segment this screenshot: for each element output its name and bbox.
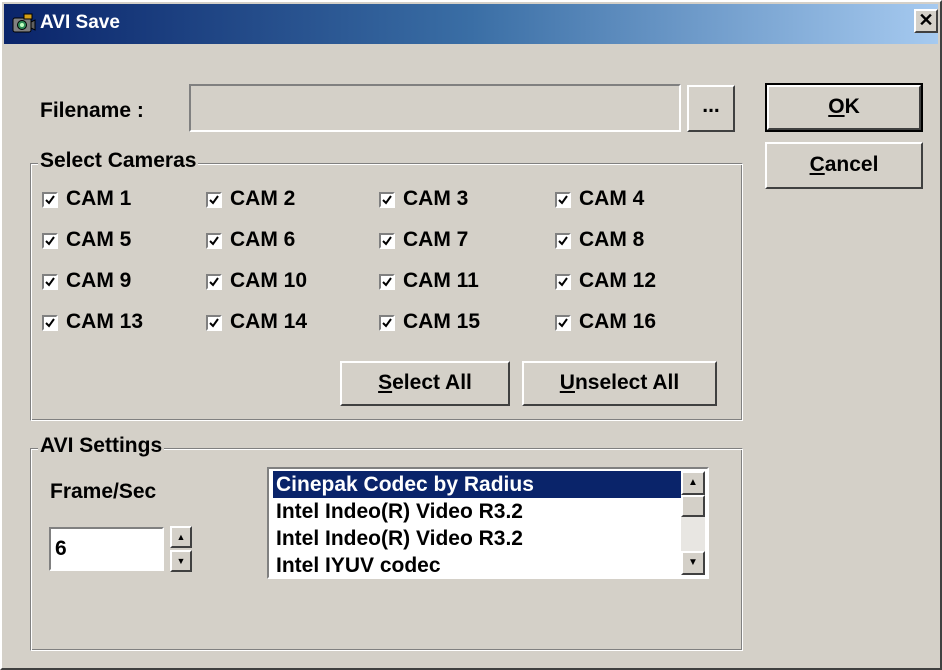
checkbox-check-icon[interactable] <box>379 233 395 249</box>
checkbox-check-icon[interactable] <box>206 274 222 290</box>
camera-label: CAM 8 <box>579 228 645 251</box>
checkbox-check-icon[interactable] <box>555 233 571 249</box>
checkbox-check-icon[interactable] <box>42 192 58 208</box>
spin-up-button[interactable]: ▲ <box>170 526 192 548</box>
camera-label: CAM 15 <box>403 310 481 333</box>
checkbox-check-icon[interactable] <box>42 274 58 290</box>
checkbox-check-icon[interactable] <box>555 192 571 208</box>
spin-down-icon: ▼ <box>176 556 186 566</box>
camera-label: CAM 12 <box>579 269 657 292</box>
unselect-all-mnemonic: U <box>559 371 575 394</box>
codec-list-item[interactable]: Intel Indeo(R) Video R3.2 <box>273 525 685 552</box>
camera-label: CAM 11 <box>403 269 479 292</box>
select-all-label: elect All <box>392 371 472 394</box>
checkbox-check-icon[interactable] <box>555 315 571 331</box>
checkbox-check-icon[interactable] <box>42 233 58 249</box>
cancel-label: ancel <box>824 153 879 176</box>
scroll-thumb[interactable] <box>681 495 705 517</box>
unselect-all-label: nselect All <box>574 371 680 394</box>
title-bar: AVI Save <box>4 4 938 44</box>
camera-label: CAM 2 <box>230 187 296 210</box>
avi-settings-title: AVI Settings <box>38 434 165 458</box>
scroll-up-button[interactable]: ▲ <box>681 471 705 495</box>
camera-label: CAM 7 <box>403 228 469 251</box>
checkbox-check-icon[interactable] <box>206 233 222 249</box>
checkbox-check-icon[interactable] <box>379 192 395 208</box>
checkbox-check-icon[interactable] <box>206 315 222 331</box>
select-all-mnemonic: S <box>378 371 393 394</box>
checkbox-check-icon[interactable] <box>206 192 222 208</box>
camera-label: CAM 1 <box>66 187 132 210</box>
scroll-down-button[interactable]: ▼ <box>681 551 705 575</box>
checkbox-check-icon[interactable] <box>555 274 571 290</box>
select-all-button[interactable]: Select All <box>340 361 510 406</box>
close-icon: ✕ <box>918 10 934 30</box>
filename-label: Filename : <box>40 99 144 122</box>
codec-list-item[interactable]: Cinepak Codec by Radius <box>273 471 685 498</box>
camera-label: CAM 4 <box>579 187 645 210</box>
frame-per-sec-label: Frame/Sec <box>50 480 157 503</box>
scroll-down-icon: ▼ <box>688 557 698 568</box>
ok-mnemonic: O <box>828 95 845 118</box>
camera-label: CAM 3 <box>403 187 469 210</box>
codec-listbox[interactable]: Cinepak Codec by Radius Intel Indeo(R) Vi… <box>267 467 709 579</box>
codec-list-item[interactable]: Intel Indeo(R) Video R3.2 <box>273 498 685 525</box>
avi-save-dialog: AVI Save ✕ Filename : ... OK Cancel Sele… <box>0 0 942 670</box>
camera-label: CAM 10 <box>230 269 308 292</box>
camera-label: CAM 5 <box>66 228 132 251</box>
close-button[interactable]: ✕ <box>914 9 938 33</box>
camera-app-icon <box>12 13 36 33</box>
camera-label: CAM 6 <box>230 228 296 251</box>
spin-up-icon: ▲ <box>176 532 186 542</box>
spin-down-button[interactable]: ▼ <box>170 550 192 572</box>
filename-input[interactable] <box>189 84 681 132</box>
camera-label: CAM 9 <box>66 269 132 292</box>
codec-list-item[interactable]: Intel IYUV codec <box>273 552 685 577</box>
ok-button[interactable]: OK <box>765 83 923 132</box>
frame-per-sec-input[interactable] <box>49 527 164 571</box>
camera-label: CAM 16 <box>579 310 657 333</box>
unselect-all-button[interactable]: Unselect All <box>522 361 717 406</box>
checkbox-check-icon[interactable] <box>379 315 395 331</box>
browse-button[interactable]: ... <box>687 85 735 132</box>
checkbox-check-icon[interactable] <box>42 315 58 331</box>
camera-label: CAM 14 <box>230 310 308 333</box>
codec-scrollbar[interactable]: ▲ ▼ <box>681 471 705 575</box>
checkbox-check-icon[interactable] <box>379 274 395 290</box>
ok-label: K <box>844 95 860 118</box>
cancel-button[interactable]: Cancel <box>765 142 923 189</box>
scroll-up-icon: ▲ <box>688 477 698 488</box>
camera-label: CAM 13 <box>66 310 144 333</box>
window-title: AVI Save <box>40 12 120 33</box>
select-cameras-title: Select Cameras <box>38 149 199 173</box>
cancel-mnemonic: C <box>809 153 825 176</box>
